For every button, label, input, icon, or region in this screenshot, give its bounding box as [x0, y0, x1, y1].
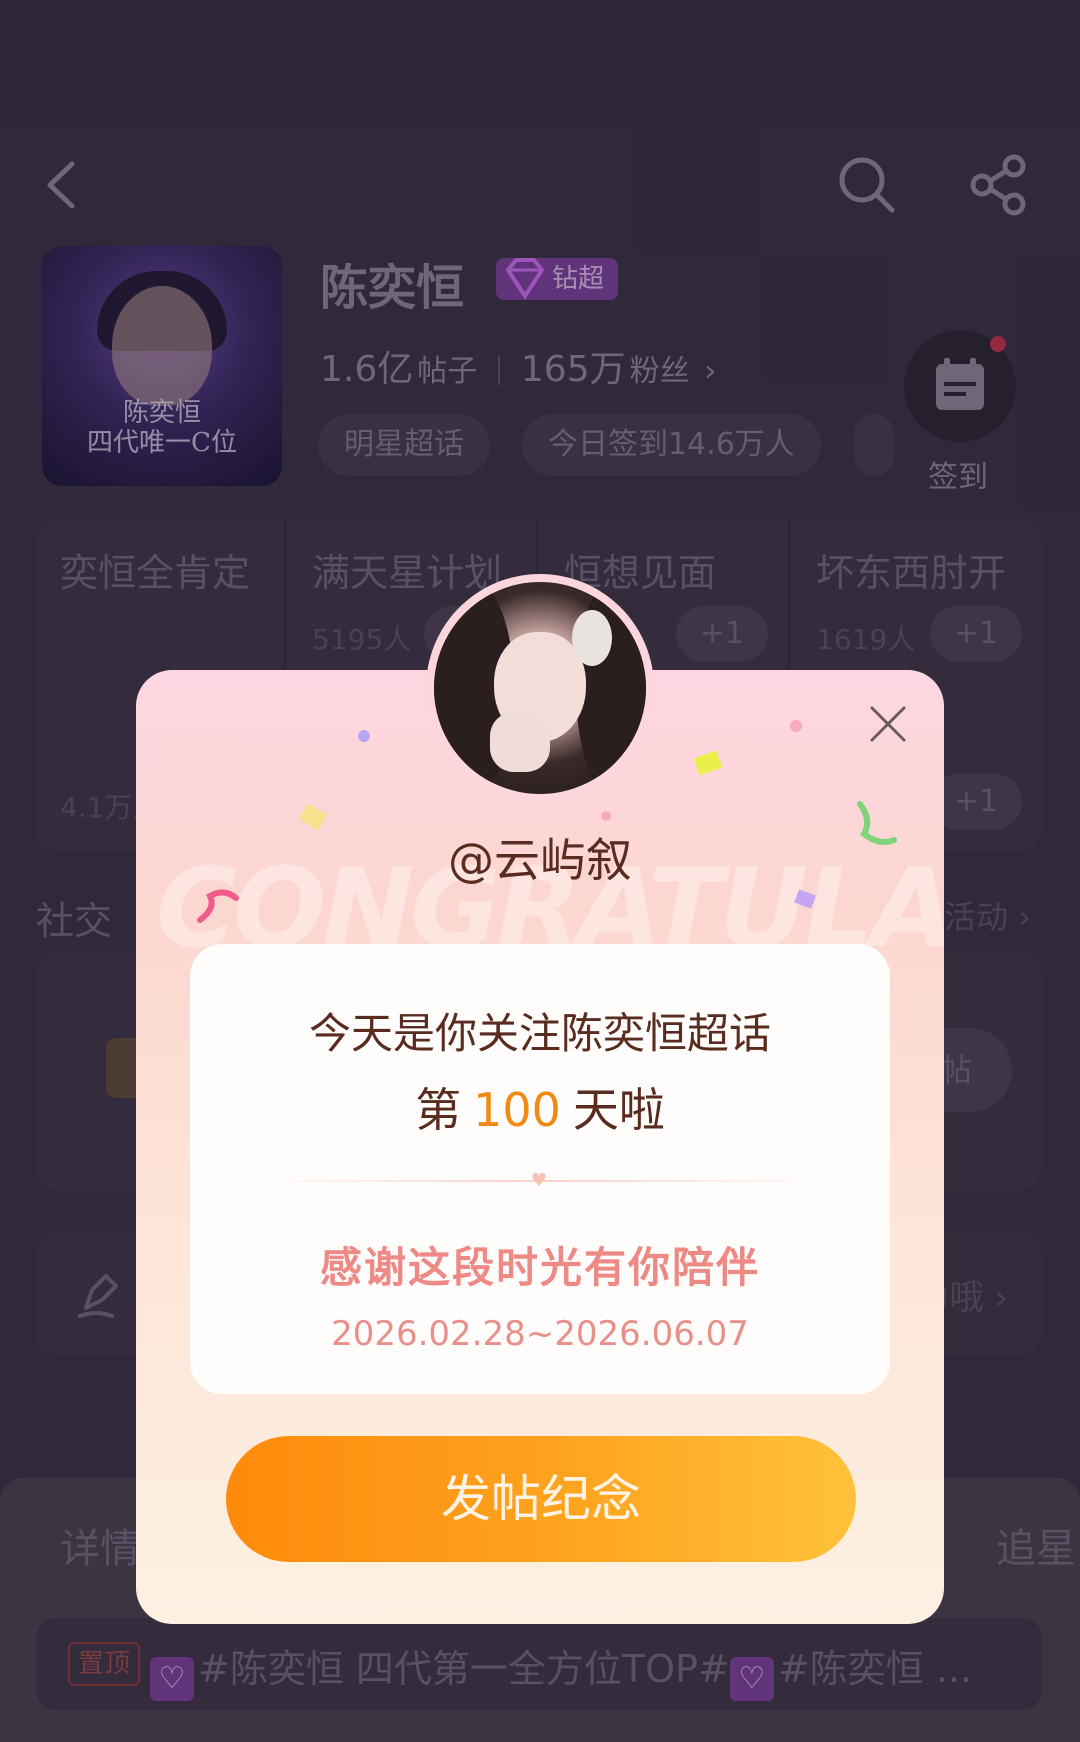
days-count: 100	[473, 1083, 561, 1137]
user-avatar	[426, 574, 654, 802]
hair-bow	[572, 610, 612, 666]
post-commemorate-button[interactable]: 发帖纪念	[226, 1436, 856, 1562]
heart-icon: ♥	[530, 1170, 548, 1191]
close-icon[interactable]	[866, 702, 910, 746]
username: @云屿叙	[448, 833, 632, 887]
date-range: 2026.02.28~2026.06.07	[331, 1314, 749, 1354]
follow-message: 今天是你关注陈奕恒超话	[308, 1009, 771, 1058]
thanks-text: 感谢这段时光有你陪伴	[319, 1243, 760, 1292]
message-card: 今天是你关注陈奕恒超话 第 100 天啦 ♥ 感谢这段时光有你陪伴 2026.02.…	[190, 944, 890, 1394]
follow-days-message: 第 100 天啦	[415, 1083, 665, 1137]
anniversary-dialog: CONGRATULATE @云屿叙 今天是你关注陈奕恒超话 第100天啦 ♥ 感…	[136, 670, 944, 1624]
avatar-image	[434, 582, 646, 794]
